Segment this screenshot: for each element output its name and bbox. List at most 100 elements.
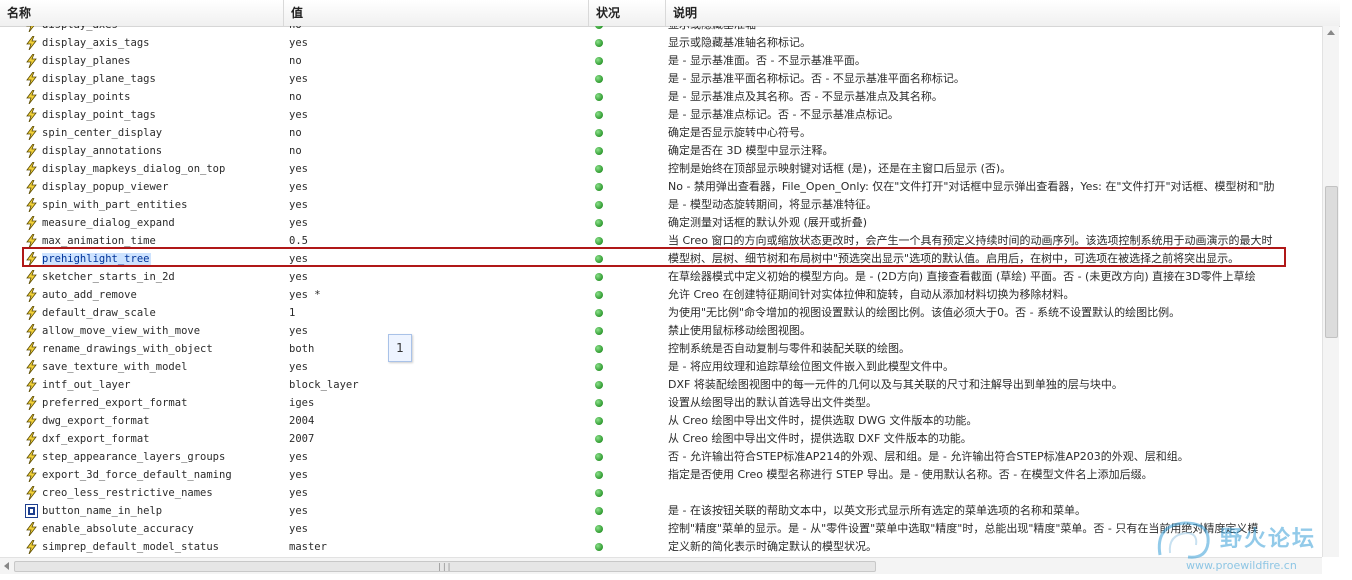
option-value[interactable]: yes [289,484,579,502]
option-value[interactable]: yes [289,34,579,52]
table-row[interactable]: preferred_export_format iges 设置从绘图导出的默认首选导… [0,394,1322,412]
option-value[interactable]: no [289,52,579,70]
status-dot-icon [595,93,603,101]
option-value[interactable]: block_layer [289,376,579,394]
option-description: DXF 将装配绘图视图中的每一元件的几何以及与其关联的尺寸和注解导出到单独的层与… [668,378,1123,391]
horizontal-scrollbar[interactable]: ||| [0,557,1322,574]
lightning-icon [25,359,38,375]
option-description: 显示或隐藏基准轴名称标记。 [668,36,811,49]
table-row[interactable]: dxf_export_format 2007 从 Creo 绘图中导出文件时，提供选… [0,430,1322,448]
status-dot-icon [595,471,603,479]
column-header-name[interactable]: 名称 [0,0,284,26]
table-row[interactable]: auto_add_remove yes * 允许 Creo 在创建特征期间针对实体拉… [0,286,1322,304]
option-description: 从 Creo 绘图中导出文件时，提供选取 DWG 文件版本的功能。 [668,414,978,427]
table-row[interactable]: save_texture_with_model yes 是 - 将应用纹理和追踪草绘… [0,358,1322,376]
option-value[interactable]: yes * [289,286,579,304]
lightning-icon [25,35,38,51]
option-name: display_annotations [42,145,163,157]
option-value[interactable]: yes [289,448,579,466]
option-value[interactable]: no [289,142,579,160]
option-name: dxf_export_format [42,433,150,445]
status-dot-icon [595,543,603,551]
status-dot-icon [595,26,603,29]
option-description: 确定是否显示旋转中心符号。 [668,126,811,139]
option-value[interactable]: 2004 [289,412,579,430]
option-description: 否 - 允许输出符合STEP标准AP214的外观、层和组。是 - 允许输出符合S… [668,450,1189,463]
table-row[interactable]: spin_center_display no 确定是否显示旋转中心符号。 [0,124,1322,142]
scroll-up-arrow-icon[interactable] [1327,30,1335,35]
table-row[interactable]: spin_with_part_entities yes 是 - 模型动态旋转期间，将… [0,196,1322,214]
lightning-icon [25,323,38,339]
option-description: 禁止使用鼠标移动绘图视图。 [668,324,811,337]
table-row[interactable]: creo_less_restrictive_names yes [0,484,1322,502]
table-row[interactable]: sketcher_starts_in_2d yes 在草绘器模式中定义初始的模型方向… [0,268,1322,286]
horizontal-scroll-thumb[interactable]: ||| [14,561,876,572]
option-value[interactable]: yes [289,268,579,286]
table-row[interactable]: export_3d_force_default_naming yes 指定是否使用 … [0,466,1322,484]
option-value[interactable]: yes [289,70,579,88]
table-row[interactable]: enable_absolute_accuracy yes 控制"精度"菜单的显示。是… [0,520,1322,538]
option-value[interactable]: yes [289,160,579,178]
option-name: rename_drawings_with_object [42,343,213,355]
option-value[interactable]: 2007 [289,430,579,448]
table-row[interactable]: display_mapkeys_dialog_on_top yes 控制是始终在顶部… [0,160,1322,178]
table-row[interactable]: display_planes no 是 - 显示基准面。否 - 不显示基准平面。 [0,52,1322,70]
table-row[interactable]: measure_dialog_expand yes 确定测量对话框的默认外观 (展开… [0,214,1322,232]
option-value[interactable]: both [289,340,579,358]
table-row[interactable]: display_annotations no 确定是否在 3D 模型中显示注释。 [0,142,1322,160]
table-row[interactable]: display_point_tags yes 是 - 显示基准点标记。否 - 不显示… [0,106,1322,124]
option-value[interactable]: yes [289,502,579,520]
table-row[interactable]: default_draw_scale 1 为使用"无比例"命令增加的视图设置默认的绘… [0,304,1322,322]
table-row[interactable]: dwg_export_format 2004 从 Creo 绘图中导出文件时，提供选… [0,412,1322,430]
table-row[interactable]: button_name_in_help yes 是 - 在该按钮关联的帮助文本中，以… [0,502,1322,520]
column-header-status[interactable]: 状况 [589,0,666,26]
option-value[interactable]: yes [289,196,579,214]
lightning-icon [25,179,38,195]
option-name: display_plane_tags [42,73,156,85]
option-value[interactable]: yes [289,214,579,232]
option-name: step_appearance_layers_groups [42,451,226,463]
table-row[interactable]: step_appearance_layers_groups yes 否 - 允许输出… [0,448,1322,466]
column-header-value[interactable]: 值 [284,0,589,26]
option-description: 控制是始终在顶部显示映射键对话框 (是)，还是在主窗口后显示 (否)。 [668,162,1012,175]
column-header-description-label: 说明 [673,6,698,20]
table-row[interactable]: intf_out_layer block_layer DXF 将装配绘图视图中的每一… [0,376,1322,394]
help-box-icon [25,504,38,518]
table-row[interactable]: display_popup_viewer yes No - 禁用弹出查看器，File… [0,178,1322,196]
table-row-partial[interactable]: display_axes no 显示或隐藏基准轴 [0,26,1322,34]
option-value[interactable]: yes [289,466,579,484]
status-dot-icon [595,201,603,209]
option-description: 为使用"无比例"命令增加的视图设置默认的绘图比例。该值必须大于0。否 - 系统不… [668,306,1181,319]
table-row[interactable]: display_axis_tags yes 显示或隐藏基准轴名称标记。 [0,34,1322,52]
options-table: display_axes no 显示或隐藏基准轴 display_axis_ta… [0,26,1322,557]
table-row[interactable]: display_points no 是 - 显示基准点及其名称。否 - 不显示基准点… [0,88,1322,106]
table-row[interactable]: allow_move_view_with_move yes 禁止使用鼠标移动绘图视图… [0,322,1322,340]
vertical-scroll-thumb[interactable] [1325,186,1338,338]
column-header-description[interactable]: 说明 [666,0,1340,26]
table-row[interactable]: simprep_default_model_status master 定义新的简化… [0,538,1322,556]
option-value[interactable]: no [289,124,579,142]
lightning-icon [25,395,38,411]
watermark-logo: 野火论坛 www.proewildfire.cn [1150,515,1350,577]
option-name: display_axis_tags [42,37,150,49]
option-value[interactable]: yes [289,358,579,376]
scroll-left-arrow-icon[interactable] [4,562,9,570]
option-value[interactable]: 1 [289,304,579,322]
table-row[interactable]: rename_drawings_with_object both 控制系统是否自动复… [0,340,1322,358]
option-value[interactable]: yes [289,178,579,196]
vertical-scrollbar[interactable] [1322,26,1339,557]
option-value[interactable]: no [289,26,579,34]
option-name: allow_move_view_with_move [42,325,201,337]
status-dot-icon [595,399,603,407]
option-value[interactable]: yes [289,106,579,124]
option-value[interactable]: yes [289,520,579,538]
table-row[interactable]: display_plane_tags yes 是 - 显示基准平面名称标记。否 - … [0,70,1322,88]
option-value[interactable]: iges [289,394,579,412]
grip-icon: ||| [437,562,452,571]
option-value[interactable]: yes [289,322,579,340]
option-name: display_axes [42,26,282,34]
option-name: spin_center_display [42,127,163,139]
option-value[interactable]: master [289,538,579,556]
option-description: 确定测量对话框的默认外观 (展开或折叠) [668,216,868,229]
option-value[interactable]: no [289,88,579,106]
